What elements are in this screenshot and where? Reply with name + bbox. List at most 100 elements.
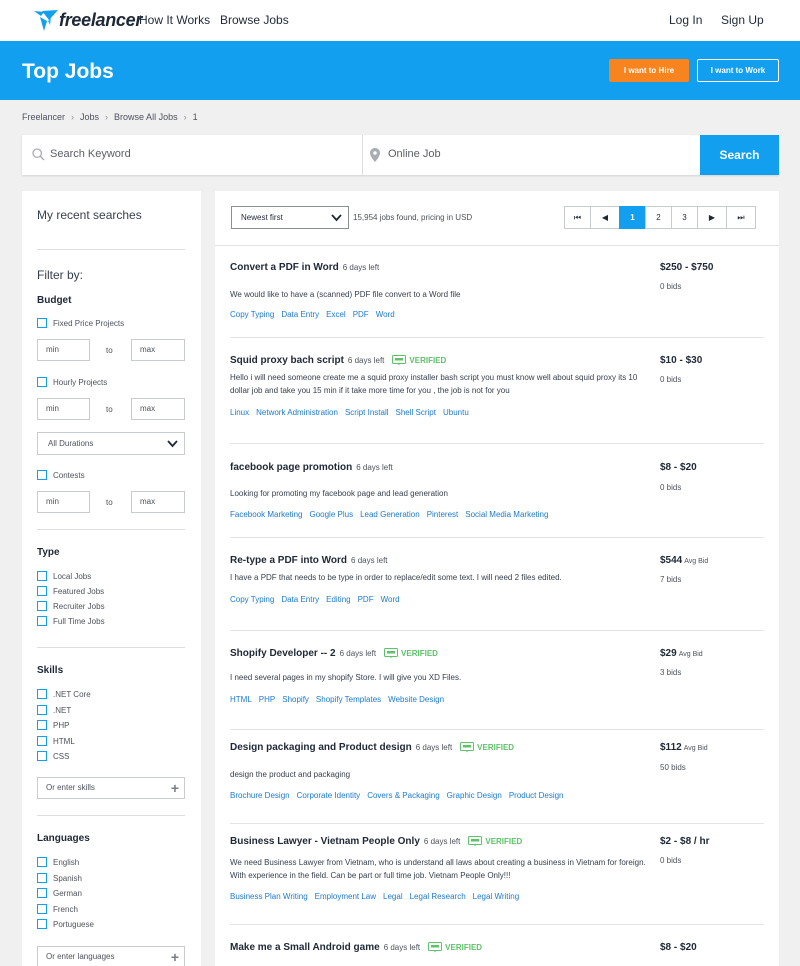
signup-link[interactable]: Sign Up — [721, 13, 764, 27]
skill-link[interactable]: PHP — [259, 695, 275, 704]
hire-button[interactable]: I want to Hire — [609, 59, 689, 82]
skill-php[interactable]: PHP — [37, 720, 69, 730]
skill-link[interactable]: HTML — [230, 695, 252, 704]
search-button[interactable]: Search — [700, 135, 779, 175]
skill-html[interactable]: HTML — [37, 736, 75, 746]
skill-link[interactable]: Covers & Packaging — [367, 791, 439, 800]
fixed-price-checkbox[interactable]: Fixed Price Projects — [37, 318, 124, 328]
lang-german[interactable]: German — [37, 888, 82, 898]
skill-link[interactable]: PDF — [353, 310, 369, 319]
checkbox-icon[interactable] — [37, 904, 47, 914]
skill-link[interactable]: Word — [376, 310, 395, 319]
skill-link[interactable]: Website Design — [388, 695, 444, 704]
skill-link[interactable]: Copy Typing — [230, 310, 274, 319]
checkbox-icon[interactable] — [37, 377, 47, 387]
next-page-button[interactable]: ▶ — [697, 206, 727, 229]
job-title-text[interactable]: Business Lawyer - Vietnam People Only — [230, 836, 420, 847]
location-input[interactable]: Online Job — [388, 148, 441, 160]
recent-searches-heading[interactable]: My recent searches — [37, 208, 142, 222]
job-title[interactable]: Design packaging and Product design 6 day… — [230, 742, 514, 753]
skill-link[interactable]: Legal Writing — [473, 892, 520, 901]
contests-checkbox[interactable]: Contests — [37, 470, 85, 480]
skill-link[interactable]: Facebook Marketing — [230, 510, 302, 519]
page-3-button[interactable]: 3 — [671, 206, 698, 229]
skill-link[interactable]: Social Media Marketing — [465, 510, 548, 519]
checkbox-icon[interactable] — [37, 873, 47, 883]
checkbox-icon[interactable] — [37, 857, 47, 867]
lang-english[interactable]: English — [37, 857, 79, 867]
contests-max-input[interactable]: max — [131, 491, 185, 513]
job-title[interactable]: Convert a PDF in Word 6 days left — [230, 262, 379, 273]
checkbox-icon[interactable] — [37, 616, 47, 626]
plus-icon[interactable]: + — [171, 947, 179, 966]
job-title-text[interactable]: facebook page promotion — [230, 462, 352, 473]
breadcrumb-browse-all-jobs[interactable]: Browse All Jobs — [114, 112, 178, 122]
enter-skills-input[interactable]: Or enter skills + — [37, 777, 185, 799]
checkbox-icon[interactable] — [37, 601, 47, 611]
page-1-button[interactable]: 1 — [619, 206, 646, 229]
checkbox-icon[interactable] — [37, 736, 47, 746]
checkbox-icon[interactable] — [37, 720, 47, 730]
nav-browse-jobs[interactable]: Browse Jobs — [220, 13, 289, 27]
hourly-checkbox[interactable]: Hourly Projects — [37, 377, 107, 387]
job-title-text[interactable]: Make me a Small Android game — [230, 942, 380, 953]
skill-link[interactable]: Corporate Identity — [297, 791, 361, 800]
job-title[interactable]: Shopify Developer -- 26 days left VERIFIE… — [230, 648, 438, 659]
skill-link[interactable]: Shopify — [282, 695, 309, 704]
hourly-max-input[interactable]: max — [131, 398, 185, 420]
plus-icon[interactable]: + — [171, 778, 179, 798]
checkbox-icon[interactable] — [37, 689, 47, 699]
checkbox-icon[interactable] — [37, 751, 47, 761]
skill-link[interactable]: Word — [381, 595, 400, 604]
job-title[interactable]: Squid proxy bach script 6 days left VERIFI… — [230, 355, 446, 366]
job-title[interactable]: facebook page promotion 6 days left — [230, 462, 393, 473]
skill-link[interactable]: Script Install — [345, 408, 389, 417]
skill-link[interactable]: Business Plan Writing — [230, 892, 308, 901]
skill-link[interactable]: Shopify Templates — [316, 695, 381, 704]
checkbox-icon[interactable] — [37, 919, 47, 929]
skill-net[interactable]: .NET — [37, 705, 71, 715]
skill-link[interactable]: Ubuntu — [443, 408, 469, 417]
lang-french[interactable]: French — [37, 904, 78, 914]
skill-link[interactable]: Editing — [326, 595, 350, 604]
contests-min-input[interactable]: min — [37, 491, 90, 513]
skill-link[interactable]: Copy Typing — [230, 595, 274, 604]
job-title-text[interactable]: Re-type a PDF into Word — [230, 555, 347, 566]
skill-link[interactable]: Excel — [326, 310, 346, 319]
first-page-button[interactable]: ⏮ — [564, 206, 591, 229]
type-full-time-jobs[interactable]: Full Time Jobs — [37, 616, 105, 626]
page-2-button[interactable]: 2 — [645, 206, 672, 229]
skill-link[interactable]: Product Design — [509, 791, 564, 800]
type-recruiter-jobs[interactable]: Recruiter Jobs — [37, 601, 105, 611]
nav-how-it-works[interactable]: How It Works — [139, 13, 210, 27]
login-link[interactable]: Log In — [669, 13, 702, 27]
skill-link[interactable]: Graphic Design — [447, 791, 502, 800]
lang-spanish[interactable]: Spanish — [37, 873, 82, 883]
prev-page-button[interactable]: ◀ — [590, 206, 620, 229]
type-local-jobs[interactable]: Local Jobs — [37, 571, 91, 581]
skill-link[interactable]: Legal — [383, 892, 403, 901]
work-button[interactable]: I want to Work — [697, 59, 779, 82]
job-title-text[interactable]: Squid proxy bach script — [230, 355, 344, 366]
checkbox-icon[interactable] — [37, 470, 47, 480]
type-featured-jobs[interactable]: Featured Jobs — [37, 586, 104, 596]
skill-link[interactable]: Shell Script — [396, 408, 436, 417]
skill-link[interactable]: PDF — [358, 595, 374, 604]
skill-link[interactable]: Data Entry — [281, 310, 319, 319]
enter-languages-input[interactable]: Or enter languages + — [37, 946, 185, 966]
checkbox-icon[interactable] — [37, 571, 47, 581]
skill-link[interactable]: Legal Research — [410, 892, 466, 901]
skill-link[interactable]: Linux — [230, 408, 249, 417]
job-title-text[interactable]: Convert a PDF in Word — [230, 262, 339, 273]
skill-link[interactable]: Brochure Design — [230, 791, 290, 800]
job-title-text[interactable]: Shopify Developer -- 2 — [230, 648, 336, 659]
lang-portuguese[interactable]: Portuguese — [37, 919, 94, 929]
search-keyword-input[interactable]: Search Keyword — [50, 148, 131, 160]
breadcrumb-jobs[interactable]: Jobs — [80, 112, 99, 122]
checkbox-icon[interactable] — [37, 318, 47, 328]
fixed-min-input[interactable]: min — [37, 339, 90, 361]
last-page-button[interactable]: ⏭ — [726, 206, 756, 229]
skill-css[interactable]: CSS — [37, 751, 69, 761]
breadcrumb-freelancer[interactable]: Freelancer — [22, 112, 65, 122]
skill-link[interactable]: Network Administration — [256, 408, 338, 417]
